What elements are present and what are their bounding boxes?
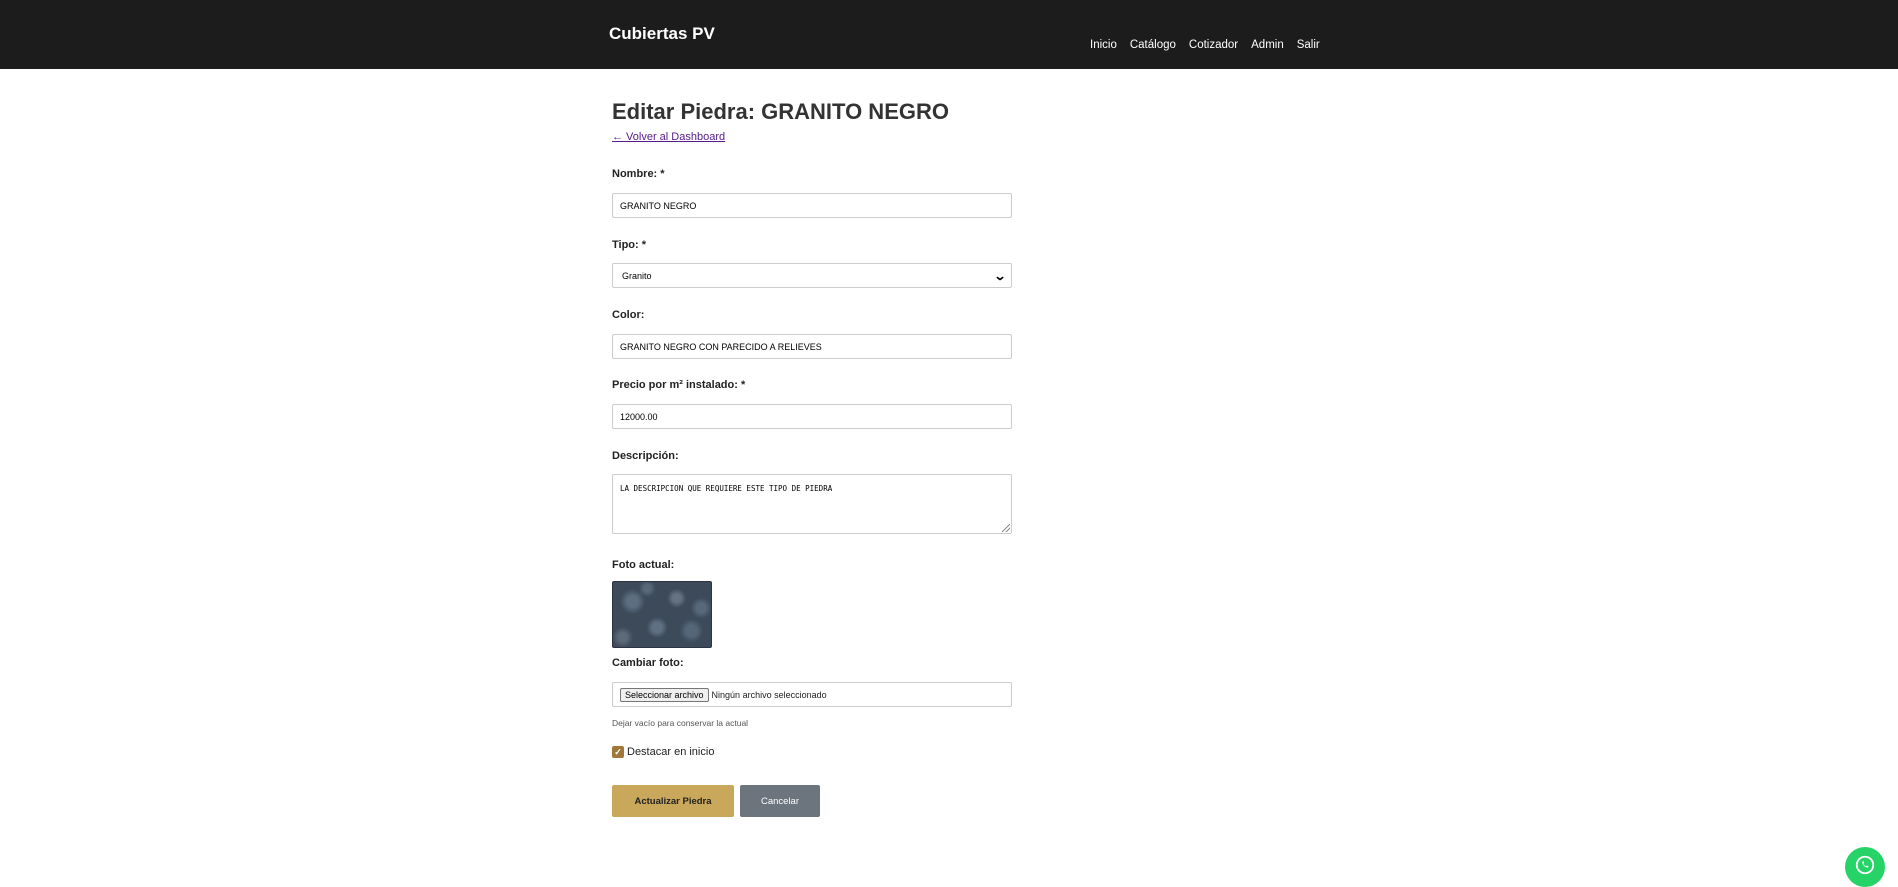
nombre-label: Nombre: * xyxy=(612,168,665,180)
whatsapp-icon xyxy=(1855,855,1875,875)
descripcion-label: Descripción: xyxy=(612,450,679,462)
descripcion-textarea-value: LA DESCRIPCION QUE REQUIERE ESTE TIPO DE… xyxy=(620,484,833,493)
destacar-label[interactable]: Destacar en inicio xyxy=(627,746,714,758)
nav-link-admin[interactable]: Admin xyxy=(1251,39,1284,51)
actualizar-piedra-button[interactable]: Actualizar Piedra xyxy=(612,785,734,817)
nav-link-inicio[interactable]: Inicio xyxy=(1090,39,1117,51)
cancelar-button[interactable]: Cancelar xyxy=(740,785,820,817)
nombre-input[interactable]: GRANITO NEGRO xyxy=(612,193,1012,218)
nav-links: Inicio Catálogo Cotizador Admin Salir xyxy=(1090,39,1320,51)
whatsapp-button[interactable] xyxy=(1845,847,1885,887)
resize-grip-icon[interactable] xyxy=(1002,524,1010,532)
cambiar-foto-label: Cambiar foto: xyxy=(612,657,684,669)
destacar-row: ✓ Destacar en inicio xyxy=(612,746,714,758)
descripcion-textarea[interactable]: LA DESCRIPCION QUE REQUIERE ESTE TIPO DE… xyxy=(612,474,1012,534)
file-hint-text: Dejar vacío para conservar la actual xyxy=(612,718,749,728)
brand-logo[interactable]: Cubiertas PV xyxy=(609,24,715,44)
current-stone-photo xyxy=(612,581,712,648)
nav-link-catalogo[interactable]: Catálogo xyxy=(1130,39,1176,51)
tipo-label: Tipo: * xyxy=(612,239,647,251)
color-input[interactable]: GRANITO NEGRO CON PARECIDO A RELIEVES xyxy=(612,334,1012,359)
checkmark-icon: ✓ xyxy=(614,746,622,757)
nombre-input-value: GRANITO NEGRO xyxy=(620,200,697,211)
color-input-value: GRANITO NEGRO CON PARECIDO A RELIEVES xyxy=(620,341,822,352)
page-title: Editar Piedra: GRANITO NEGRO xyxy=(612,99,949,124)
precio-label: Precio por m² instalado: * xyxy=(612,379,746,391)
color-label: Color: xyxy=(612,309,645,321)
nav-link-cotizador[interactable]: Cotizador xyxy=(1189,39,1238,51)
select-file-button[interactable]: Seleccionar archivo xyxy=(620,687,709,702)
top-navbar: Cubiertas PV Inicio Catálogo Cotizador A… xyxy=(0,0,1898,69)
precio-input-value: 12000.00 xyxy=(620,411,658,422)
chevron-down-icon: ⌄ xyxy=(993,268,1007,283)
destacar-checkbox[interactable]: ✓ xyxy=(612,746,624,758)
file-input: Seleccionar archivo Ningún archivo selec… xyxy=(612,682,1012,707)
back-to-dashboard-link[interactable]: ← Volver al Dashboard xyxy=(612,131,725,143)
tipo-select[interactable]: Granito ⌄ xyxy=(612,263,1012,288)
nav-link-salir[interactable]: Salir xyxy=(1297,39,1320,51)
foto-actual-label: Foto actual: xyxy=(612,559,675,571)
precio-input[interactable]: 12000.00 xyxy=(612,404,1012,429)
tipo-select-value: Granito xyxy=(622,270,652,281)
file-status-text: Ningún archivo seleccionado xyxy=(711,689,827,700)
